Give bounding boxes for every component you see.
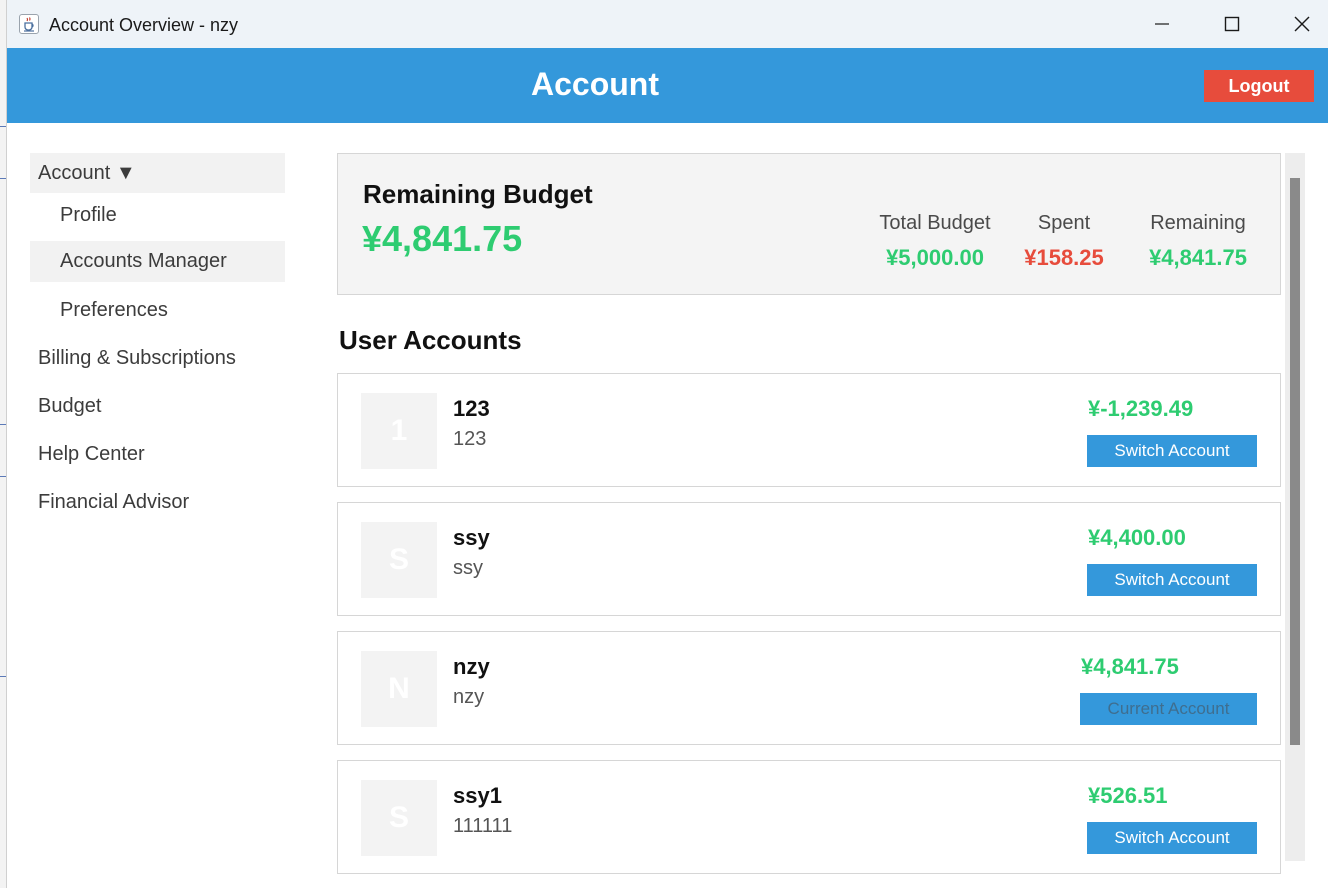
stat-spent: Spent ¥158.25: [1012, 212, 1116, 271]
account-card: 1 123 123 ¥-1,239.49 Switch Account: [337, 373, 1281, 487]
close-button[interactable]: [1267, 0, 1328, 48]
logout-button[interactable]: Logout: [1204, 70, 1314, 102]
minimize-icon: [1155, 23, 1169, 25]
account-name: nzy: [453, 654, 490, 679]
account-name: ssy: [453, 525, 490, 550]
avatar: N: [361, 651, 437, 727]
account-name: 123: [453, 396, 490, 421]
account-name: ssy1: [453, 783, 502, 808]
sidebar-item-financial-advisor[interactable]: Financial Advisor: [30, 482, 285, 522]
close-icon: [1294, 16, 1310, 32]
window-title: Account Overview - nzy: [49, 15, 239, 35]
minimize-button[interactable]: [1127, 0, 1197, 48]
java-cup-icon: [19, 14, 39, 34]
title-bar[interactable]: Account Overview - nzy: [7, 0, 1328, 48]
sidebar-item-preferences[interactable]: Preferences: [30, 290, 285, 330]
sidebar-item-billing[interactable]: Billing & Subscriptions: [30, 338, 285, 378]
account-balance: ¥-1,239.49: [1088, 396, 1194, 421]
avatar: S: [361, 780, 437, 856]
stat-value: ¥158.25: [1024, 245, 1104, 270]
account-card: S ssy1 111111 ¥526.51 Switch Account: [337, 760, 1281, 874]
account-balance: ¥4,841.75: [1081, 654, 1179, 679]
sidebar-item-profile[interactable]: Profile: [30, 195, 285, 235]
stat-label: Remaining: [1150, 212, 1246, 234]
account-balance: ¥526.51: [1088, 783, 1168, 808]
page-title: Account: [531, 66, 659, 102]
sidebar-item-accounts-manager[interactable]: Accounts Manager: [30, 241, 285, 282]
sidebar-item-account[interactable]: Account ▼: [30, 153, 285, 193]
account-balance: ¥4,400.00: [1088, 525, 1186, 550]
stat-remaining: Remaining ¥4,841.75: [1135, 212, 1261, 271]
stat-label: Spent: [1037, 212, 1091, 234]
account-username: nzy: [453, 686, 485, 708]
maximize-icon: [1224, 16, 1240, 32]
stat-total-budget: Total Budget ¥5,000.00: [871, 212, 999, 271]
account-username: ssy: [453, 557, 483, 579]
stat-value: ¥4,841.75: [1149, 245, 1247, 270]
app-window: Account Overview - nzy Account Logout Ac…: [6, 0, 1328, 888]
avatar: 1: [361, 393, 437, 469]
sidebar: Account ▼ Profile Accounts Manager Prefe…: [7, 123, 307, 888]
sidebar-item-budget[interactable]: Budget: [30, 386, 285, 426]
scrollbar-thumb[interactable]: [1290, 178, 1300, 745]
user-accounts-title: User Accounts: [339, 325, 522, 355]
account-username: 123: [453, 428, 487, 450]
switch-account-button[interactable]: Switch Account: [1087, 435, 1257, 467]
main-content: Remaining Budget ¥4,841.75 Total Budget …: [337, 153, 1281, 888]
avatar: S: [361, 522, 437, 598]
current-account-button[interactable]: Current Account: [1080, 693, 1257, 725]
account-card-current: N nzy nzy ¥4,841.75 Current Account: [337, 631, 1281, 745]
account-username: 111111: [453, 815, 513, 837]
sidebar-item-help-center[interactable]: Help Center: [30, 434, 285, 474]
switch-account-button[interactable]: Switch Account: [1087, 822, 1257, 854]
remaining-budget-amount: ¥4,841.75: [362, 218, 523, 259]
vertical-scrollbar[interactable]: [1285, 153, 1305, 861]
budget-title: Remaining Budget: [363, 179, 593, 209]
maximize-button[interactable]: [1197, 0, 1267, 48]
stat-value: ¥5,000.00: [886, 245, 984, 270]
page-header: Account Logout: [7, 48, 1328, 123]
switch-account-button[interactable]: Switch Account: [1087, 564, 1257, 596]
stat-label: Total Budget: [879, 212, 991, 234]
budget-summary-card: Remaining Budget ¥4,841.75 Total Budget …: [337, 153, 1281, 295]
account-card: S ssy ssy ¥4,400.00 Switch Account: [337, 502, 1281, 616]
